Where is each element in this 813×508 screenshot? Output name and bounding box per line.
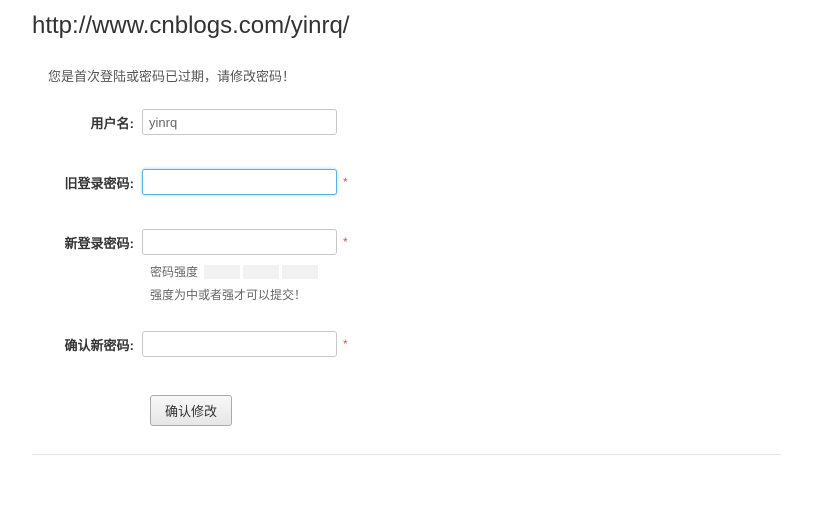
password-strength-label: 密码强度 (150, 263, 198, 280)
submit-row: 确认修改 (0, 385, 813, 426)
old-password-required: * (343, 175, 348, 189)
strength-bar-strong (282, 265, 318, 279)
username-row: 用户名: (0, 103, 813, 163)
password-strength-row: 密码强度 (0, 261, 813, 284)
password-strength-hint: 强度为中或者强才可以提交！ (0, 284, 813, 325)
bottom-divider (32, 454, 781, 455)
page-url-header: http://www.cnblogs.com/yinrq/ (0, 0, 813, 48)
confirm-password-row: 确认新密码: * (0, 325, 813, 385)
confirm-password-required: * (343, 337, 348, 351)
new-password-required: * (343, 235, 348, 249)
confirm-password-label: 确认新密码: (0, 335, 142, 354)
new-password-input[interactable] (142, 229, 337, 255)
confirm-password-input[interactable] (142, 331, 337, 357)
strength-bar-medium (243, 265, 279, 279)
submit-button[interactable]: 确认修改 (150, 395, 232, 426)
new-password-label: 新登录密码: (0, 233, 142, 252)
strength-bar-weak (204, 265, 240, 279)
username-label: 用户名: (0, 113, 142, 132)
old-password-input[interactable] (142, 169, 337, 195)
old-password-label: 旧登录密码: (0, 173, 142, 192)
instruction-text: 您是首次登陆或密码已过期，请修改密码！ (0, 48, 813, 103)
old-password-row: 旧登录密码: * (0, 163, 813, 223)
new-password-row: 新登录密码: * (0, 223, 813, 261)
username-input[interactable] (142, 109, 337, 135)
